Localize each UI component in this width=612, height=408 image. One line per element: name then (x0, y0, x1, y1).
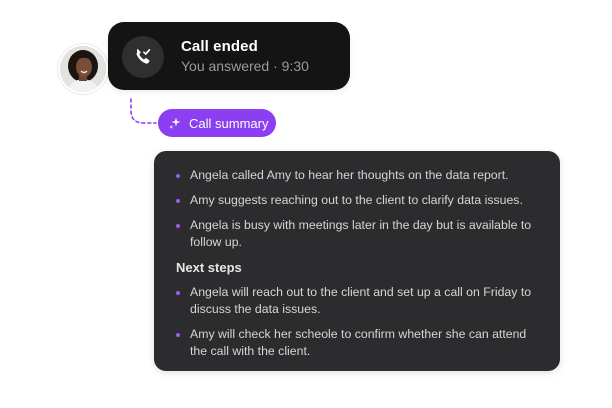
phone-check-icon (122, 36, 164, 78)
summary-item-text: Amy suggests reaching out to the client … (190, 193, 523, 207)
list-item: Amy will check her scheole to confirm wh… (176, 326, 546, 360)
summary-list: Angela called Amy to hear her thoughts o… (176, 167, 546, 259)
bullet-dot (176, 199, 180, 203)
summary-item-text: Angela is busy with meetings later in th… (190, 218, 532, 249)
avatar (58, 44, 108, 94)
call-summary-label: Call summary (189, 115, 269, 131)
list-item: Angela called Amy to hear her thoughts o… (176, 167, 546, 184)
bullet-dot (176, 333, 180, 337)
list-item: Amy suggests reaching out to the client … (176, 192, 546, 209)
summary-item-text: Angela called Amy to hear her thoughts o… (190, 168, 509, 182)
call-summary-button[interactable]: Call summary (158, 109, 276, 137)
call-summary-panel: Angela called Amy to hear her thoughts o… (154, 151, 560, 371)
next-step-text: Angela will reach out to the client and … (190, 285, 532, 316)
call-status-subtitle: You answered · 9:30 (181, 58, 309, 74)
bullet-dot (176, 291, 180, 295)
avatar-photo (60, 46, 106, 92)
list-item: Angela is busy with meetings later in th… (176, 217, 546, 251)
bullet-dot (176, 174, 180, 178)
sparkle-icon (168, 116, 182, 130)
bullet-dot (176, 224, 180, 228)
next-steps-heading: Next steps (176, 260, 242, 275)
next-steps-list: Angela will reach out to the client and … (176, 284, 546, 368)
call-status-title: Call ended (181, 38, 258, 55)
call-ended-card: Call ended You answered · 9:30 (108, 22, 350, 90)
list-item: Angela will reach out to the client and … (176, 284, 546, 318)
next-step-text: Amy will check her scheole to confirm wh… (190, 327, 527, 358)
